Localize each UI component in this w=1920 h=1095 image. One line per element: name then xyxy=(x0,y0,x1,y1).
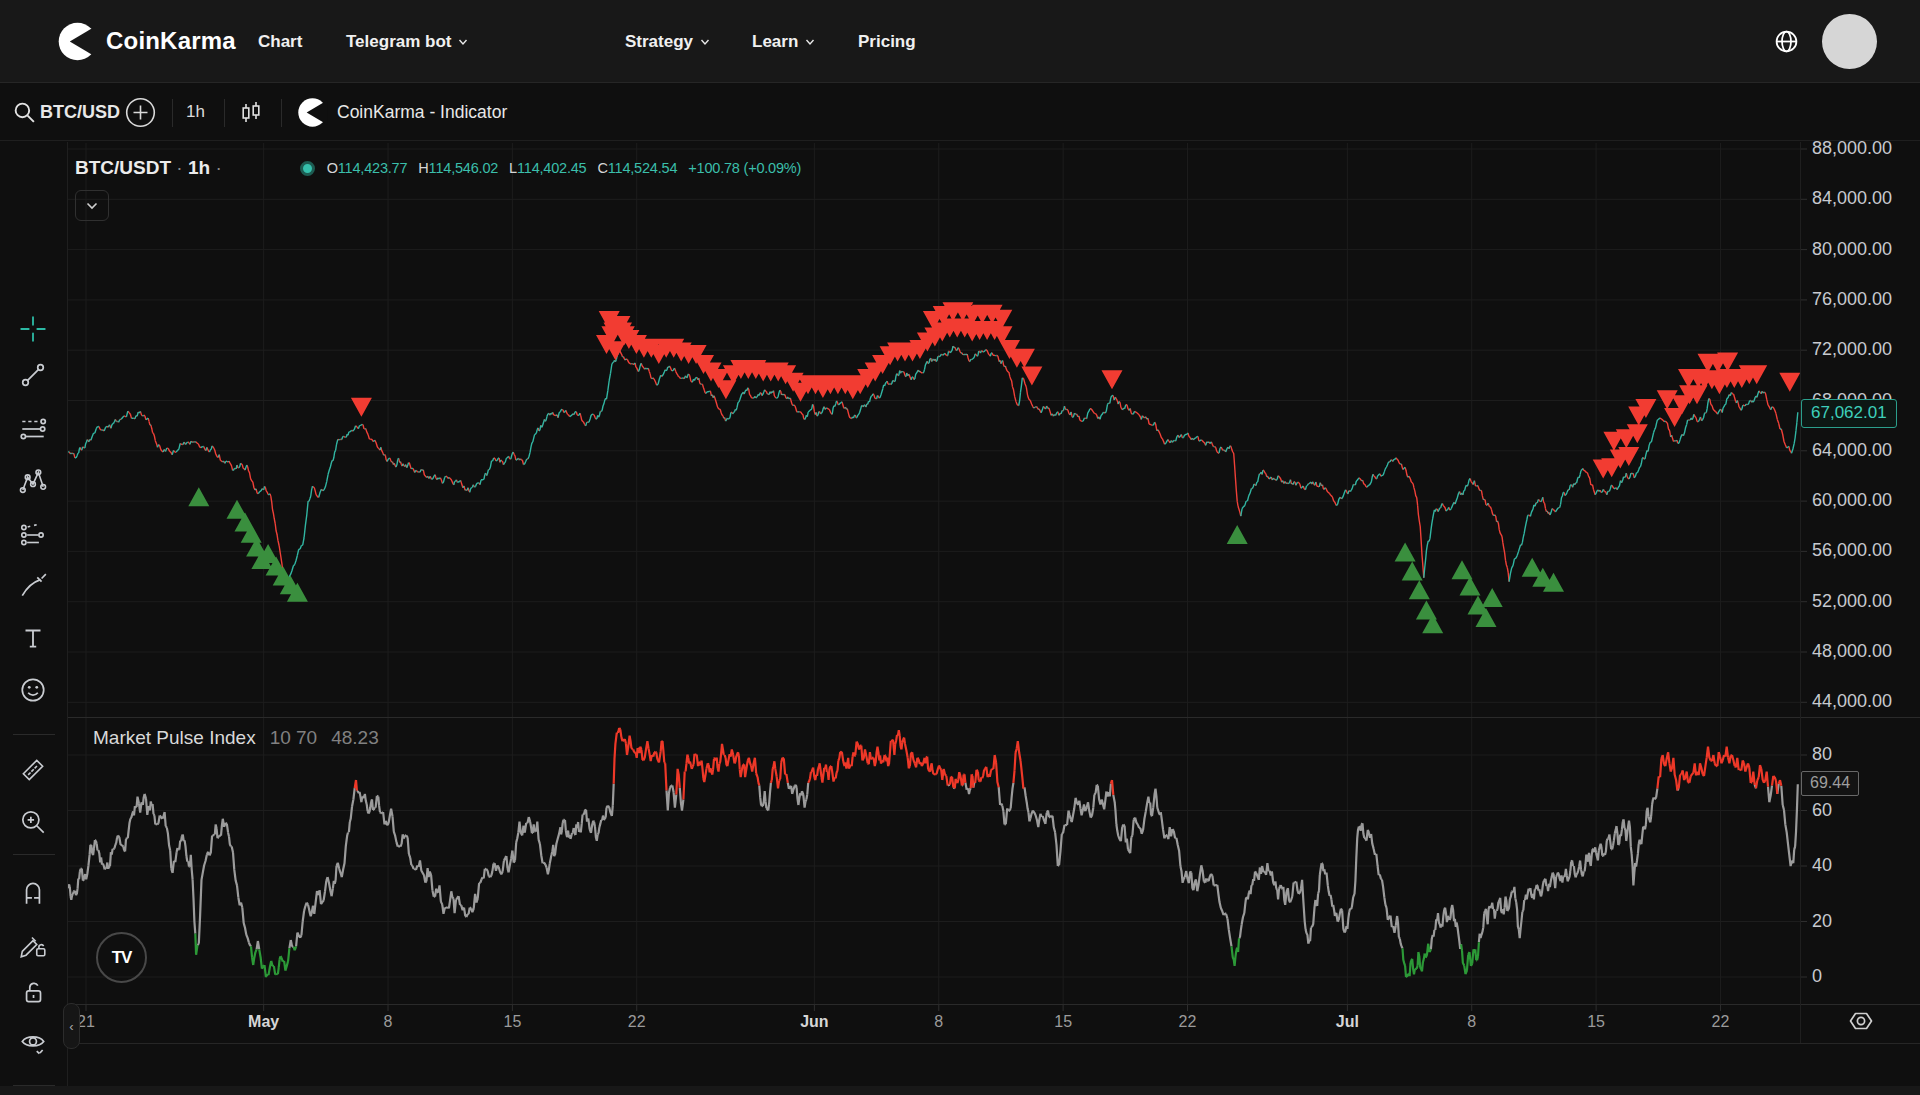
symbol-legend: BTC/USDT · 1h · O114,423.77 H114,546.02 … xyxy=(75,157,801,179)
top-navbar: CoinKarma Chart Telegram bot Strategy Le… xyxy=(0,0,1920,83)
toolbar-divider xyxy=(13,734,55,735)
time-axis-label: 8 xyxy=(1467,1013,1476,1031)
time-axis-label: Jul xyxy=(1336,1013,1359,1031)
time-axis-label: 15 xyxy=(503,1013,521,1031)
nav-item-strategy[interactable]: Strategy xyxy=(625,32,710,52)
indicator-title[interactable]: CoinKarma - Indicator xyxy=(337,102,507,123)
trend-line-tool-icon[interactable] xyxy=(18,360,48,390)
current-oscillator-label: 69.44 xyxy=(1801,771,1859,796)
indicator-status-dot[interactable] xyxy=(300,161,315,176)
change-value: +100.78 (+0.09%) xyxy=(688,160,801,176)
oscillator-axis-label: 0 xyxy=(1812,966,1822,987)
time-axis-label: 8 xyxy=(384,1013,393,1031)
price-axis-label: 44,000.00 xyxy=(1812,691,1892,712)
toolbar-separator xyxy=(281,99,282,127)
time-axis-label: 15 xyxy=(1587,1013,1605,1031)
drawing-lock-tool-icon[interactable] xyxy=(18,930,48,960)
toolbar-separator xyxy=(172,99,173,127)
oscillator-axis-label: 20 xyxy=(1812,911,1832,932)
time-axis-label: 22 xyxy=(1712,1013,1730,1031)
time-axis-label: 15 xyxy=(1054,1013,1072,1031)
indicator-value: 48.23 xyxy=(331,727,379,749)
bottom-edge-bar xyxy=(0,1086,1920,1095)
chart-toolbar: BTC/USD 1h CoinKarma - Indicator xyxy=(0,84,1920,141)
sell-signal-arrows xyxy=(351,302,1800,478)
symbol-search-button[interactable]: BTC/USD xyxy=(40,102,120,123)
time-axis-label: 22 xyxy=(1179,1013,1197,1031)
emoji-tool-icon[interactable] xyxy=(18,675,48,705)
price-axis-label: 76,000.00 xyxy=(1812,289,1892,310)
user-avatar[interactable] xyxy=(1822,14,1877,69)
legend-symbol-title[interactable]: BTC/USDT · 1h · xyxy=(75,157,222,179)
chevron-down-icon xyxy=(700,37,710,47)
sidebar-collapse-handle[interactable]: ‹ xyxy=(63,1003,80,1049)
search-icon[interactable] xyxy=(12,100,37,125)
ohlc-values: O114,423.77 H114,546.02 L114,402.45 C114… xyxy=(327,160,801,176)
brand-name[interactable]: CoinKarma xyxy=(106,27,236,55)
price-axis-label: 56,000.00 xyxy=(1812,540,1892,561)
oscillator-line-overbought xyxy=(355,728,1782,800)
buy-signal-arrows xyxy=(188,487,1564,633)
hide-drawings-eye-icon[interactable] xyxy=(18,1028,48,1058)
lock-tool-icon[interactable] xyxy=(18,977,48,1007)
crosshair-tool-icon[interactable] xyxy=(18,314,48,344)
nav-item-learn[interactable]: Learn xyxy=(752,32,815,52)
time-axis-label: 22 xyxy=(628,1013,646,1031)
price-axis-label: 80,000.00 xyxy=(1812,239,1892,260)
pattern-tool-icon[interactable] xyxy=(18,467,48,497)
forecast-tool-icon[interactable] xyxy=(18,520,48,550)
indicator-name: Market Pulse Index xyxy=(93,727,256,749)
oscillator-axis-label: 80 xyxy=(1812,744,1832,765)
brush-tool-icon[interactable] xyxy=(18,571,48,601)
price-axis-label: 72,000.00 xyxy=(1812,339,1892,360)
oscillator-axis-label: 40 xyxy=(1812,855,1832,876)
coinkarma-indicator-logo-icon xyxy=(297,97,328,128)
price-axis-label: 60,000.00 xyxy=(1812,490,1892,511)
text-tool-icon[interactable] xyxy=(18,623,48,653)
nav-item-telegram-bot[interactable]: Telegram bot xyxy=(346,32,468,52)
indicator-legend[interactable]: Market Pulse Index 10 70 48.23 xyxy=(93,727,379,749)
ruler-tool-icon[interactable] xyxy=(18,755,48,785)
chevron-down-icon xyxy=(805,37,815,47)
nav-item-pricing[interactable]: Pricing xyxy=(858,32,916,52)
indicator-params: 10 70 xyxy=(270,727,318,749)
magnet-tool-icon[interactable] xyxy=(18,877,48,907)
chevron-down-icon xyxy=(458,37,468,47)
settings-gear-icon[interactable] xyxy=(1845,1005,1877,1037)
price-axis-label: 48,000.00 xyxy=(1812,641,1892,662)
price-axis-label: 84,000.00 xyxy=(1812,188,1892,209)
price-axis-label: 88,000.00 xyxy=(1812,138,1892,159)
drawing-toolbar xyxy=(0,142,68,1095)
tradingview-logo[interactable]: TV xyxy=(96,932,147,983)
current-price-label: 67,062.01 xyxy=(1801,399,1897,428)
oscillator-axis-label: 60 xyxy=(1812,800,1832,821)
chart-type-candles-icon[interactable] xyxy=(237,99,265,127)
compare-add-button[interactable] xyxy=(125,97,156,132)
toolbar-separator xyxy=(224,99,225,127)
time-axis-label: Jun xyxy=(800,1013,828,1031)
globe-icon[interactable] xyxy=(1774,29,1799,54)
zoom-in-tool-icon[interactable] xyxy=(18,807,48,837)
horizontal-lines-tool-icon[interactable] xyxy=(18,414,48,444)
price-axis-label: 64,000.00 xyxy=(1812,440,1892,461)
price-axis-label: 52,000.00 xyxy=(1812,591,1892,612)
interval-button[interactable]: 1h xyxy=(186,102,205,122)
toolbar-divider xyxy=(13,854,55,855)
legend-collapse-button[interactable] xyxy=(75,190,109,221)
nav-item-chart[interactable]: Chart xyxy=(258,32,302,52)
coinkarma-logo-icon[interactable] xyxy=(57,21,98,62)
time-axis-label: 8 xyxy=(934,1013,943,1031)
time-axis-label: May xyxy=(248,1013,279,1031)
